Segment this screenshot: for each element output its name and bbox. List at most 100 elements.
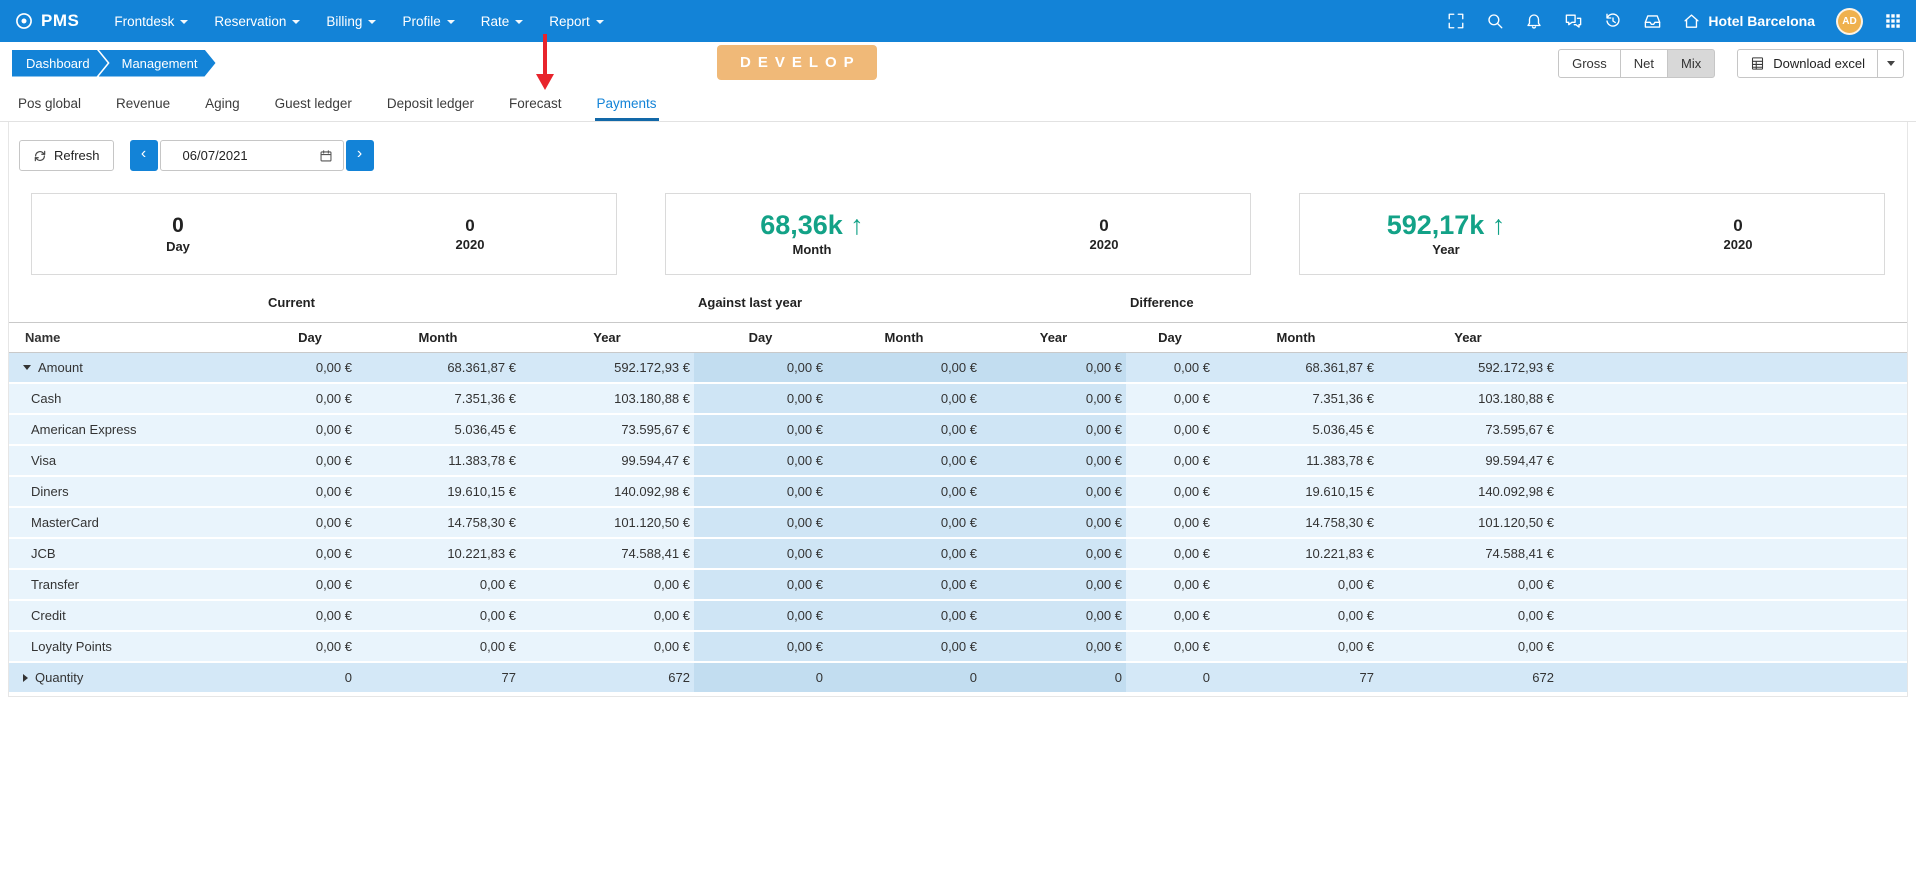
messages-chat-icon[interactable] (1564, 12, 1583, 31)
value-cell: 0,00 € (520, 601, 694, 630)
menu-rate[interactable]: Rate (468, 0, 537, 42)
value-cell: 140.092,98 € (1378, 477, 1558, 506)
value-cell: 11.383,78 € (1214, 446, 1378, 475)
menu-reservation[interactable]: Reservation (201, 0, 313, 42)
value-cell: 0,00 € (981, 477, 1126, 506)
value-cell: 0,00 € (1126, 539, 1214, 568)
value-cell: 77 (356, 663, 520, 692)
value-cell: 0 (694, 663, 827, 692)
value-cell: 0,00 € (356, 601, 520, 630)
menu-report[interactable]: Report (536, 0, 617, 42)
value-cell: 99.594,47 € (1378, 446, 1558, 475)
date-navigator: ‹ 06/07/2021 › (130, 140, 374, 171)
value-cell: 0,00 € (1126, 601, 1214, 630)
column-header-year: Year (520, 323, 694, 352)
history-icon[interactable] (1604, 12, 1622, 30)
breadcrumb-dashboard[interactable]: Dashboard (12, 50, 108, 77)
table-row-loyalty-points: Loyalty Points0,00 €0,00 €0,00 €0,00 €0,… (9, 632, 1907, 663)
row-name-cell[interactable]: Amount (9, 353, 264, 382)
row-name-cell[interactable]: Quantity (9, 663, 264, 692)
value-cell: 0,00 € (694, 632, 827, 661)
tab-payments[interactable]: Payments (595, 96, 659, 121)
value-cell: 19.610,15 € (356, 477, 520, 506)
next-day-button[interactable]: › (346, 140, 374, 171)
chevron-down-icon (515, 20, 523, 24)
trend-up-icon: ↑ (850, 210, 864, 240)
value-cell: 0,00 € (694, 384, 827, 413)
date-input[interactable]: 06/07/2021 (160, 140, 344, 171)
value-cell: 74.588,41 € (1378, 539, 1558, 568)
summary-card-month: 68,36k ↑Month02020 (665, 193, 1251, 275)
row-name-cell: Visa (9, 446, 264, 475)
breadcrumb-management[interactable]: Management (99, 50, 216, 77)
value-cell: 0,00 € (981, 601, 1126, 630)
value-cell: 0,00 € (1126, 477, 1214, 506)
row-name-label: JCB (31, 539, 56, 568)
menu-frontdesk[interactable]: Frontdesk (101, 0, 201, 42)
hotel-name: Hotel Barcelona (1708, 13, 1815, 29)
tab-guest-ledger[interactable]: Guest ledger (273, 96, 354, 121)
toggle-net[interactable]: Net (1620, 49, 1668, 78)
value-cell: 103.180,88 € (1378, 384, 1558, 413)
value-cell: 0,00 € (981, 415, 1126, 444)
value-cell: 592.172,93 € (520, 353, 694, 382)
app-logo[interactable]: PMS (14, 11, 79, 31)
card-label: Year (1432, 242, 1459, 257)
value-cell: 0,00 € (1126, 415, 1214, 444)
toggle-mix[interactable]: Mix (1667, 49, 1715, 78)
value-cell: 0,00 € (264, 415, 356, 444)
value-cell: 0,00 € (1214, 632, 1378, 661)
tab-aging[interactable]: Aging (203, 96, 242, 121)
refresh-icon (33, 149, 47, 163)
row-filler (1558, 632, 1907, 661)
tab-pos-global[interactable]: Pos global (16, 96, 83, 121)
value-cell: 68.361,87 € (356, 353, 520, 382)
previous-day-button[interactable]: ‹ (130, 140, 158, 171)
value-cell: 101.120,50 € (1378, 508, 1558, 537)
collapse-caret-icon[interactable] (23, 365, 31, 370)
column-header-month: Month (1214, 323, 1378, 352)
toggle-gross[interactable]: Gross (1558, 49, 1621, 78)
refresh-button[interactable]: Refresh (19, 140, 114, 171)
user-avatar[interactable]: AD (1836, 8, 1863, 35)
value-cell: 0,00 € (264, 632, 356, 661)
search-icon[interactable] (1486, 12, 1504, 30)
card-compare-label: 2020 (1724, 237, 1753, 252)
value-cell: 0,00 € (1126, 446, 1214, 475)
fullscreen-icon[interactable] (1447, 12, 1465, 30)
download-options-button[interactable] (1877, 49, 1904, 78)
value-cell: 0,00 € (981, 570, 1126, 599)
calendar-icon[interactable] (319, 149, 333, 163)
tab-revenue[interactable]: Revenue (114, 96, 172, 121)
hotel-selector[interactable]: Hotel Barcelona (1683, 13, 1815, 30)
card-value-text: 592,17k (1387, 210, 1485, 240)
value-cell: 140.092,98 € (520, 477, 694, 506)
apps-grid-icon[interactable] (1884, 12, 1902, 30)
develop-badge: DEVELOP (717, 45, 877, 80)
download-excel-button[interactable]: Download excel (1737, 49, 1878, 78)
value-cell: 0,00 € (827, 539, 981, 568)
row-filler (1558, 508, 1907, 537)
tab-deposit-ledger[interactable]: Deposit ledger (385, 96, 476, 121)
menu-billing[interactable]: Billing (313, 0, 389, 42)
value-cell: 14.758,30 € (1214, 508, 1378, 537)
value-cell: 0,00 € (264, 601, 356, 630)
value-cell: 11.383,78 € (356, 446, 520, 475)
table-row-jcb: JCB0,00 €10.221,83 €74.588,41 €0,00 €0,0… (9, 539, 1907, 570)
notifications-bell-icon[interactable] (1525, 12, 1543, 30)
toolbar: Refresh ‹ 06/07/2021 › (9, 122, 1907, 193)
value-cell: 0,00 € (827, 508, 981, 537)
value-cell: 0,00 € (981, 632, 1126, 661)
inbox-tray-icon[interactable] (1643, 12, 1662, 31)
card-compare-value: 0 (1733, 217, 1742, 234)
tab-forecast[interactable]: Forecast (507, 96, 564, 121)
summary-cards: 0Day 0 2020 68,36k ↑Month02020 592,17k ↑ Year… (9, 193, 1907, 275)
column-header-month: Month (356, 323, 520, 352)
expand-caret-icon[interactable] (23, 674, 28, 682)
value-cell: 592.172,93 € (1378, 353, 1558, 382)
value-cell: 0,00 € (356, 632, 520, 661)
column-header-day: Day (264, 323, 356, 352)
menu-label: Frontdesk (114, 14, 174, 29)
menu-profile[interactable]: Profile (389, 0, 467, 42)
card-main: 0Day (32, 194, 324, 274)
